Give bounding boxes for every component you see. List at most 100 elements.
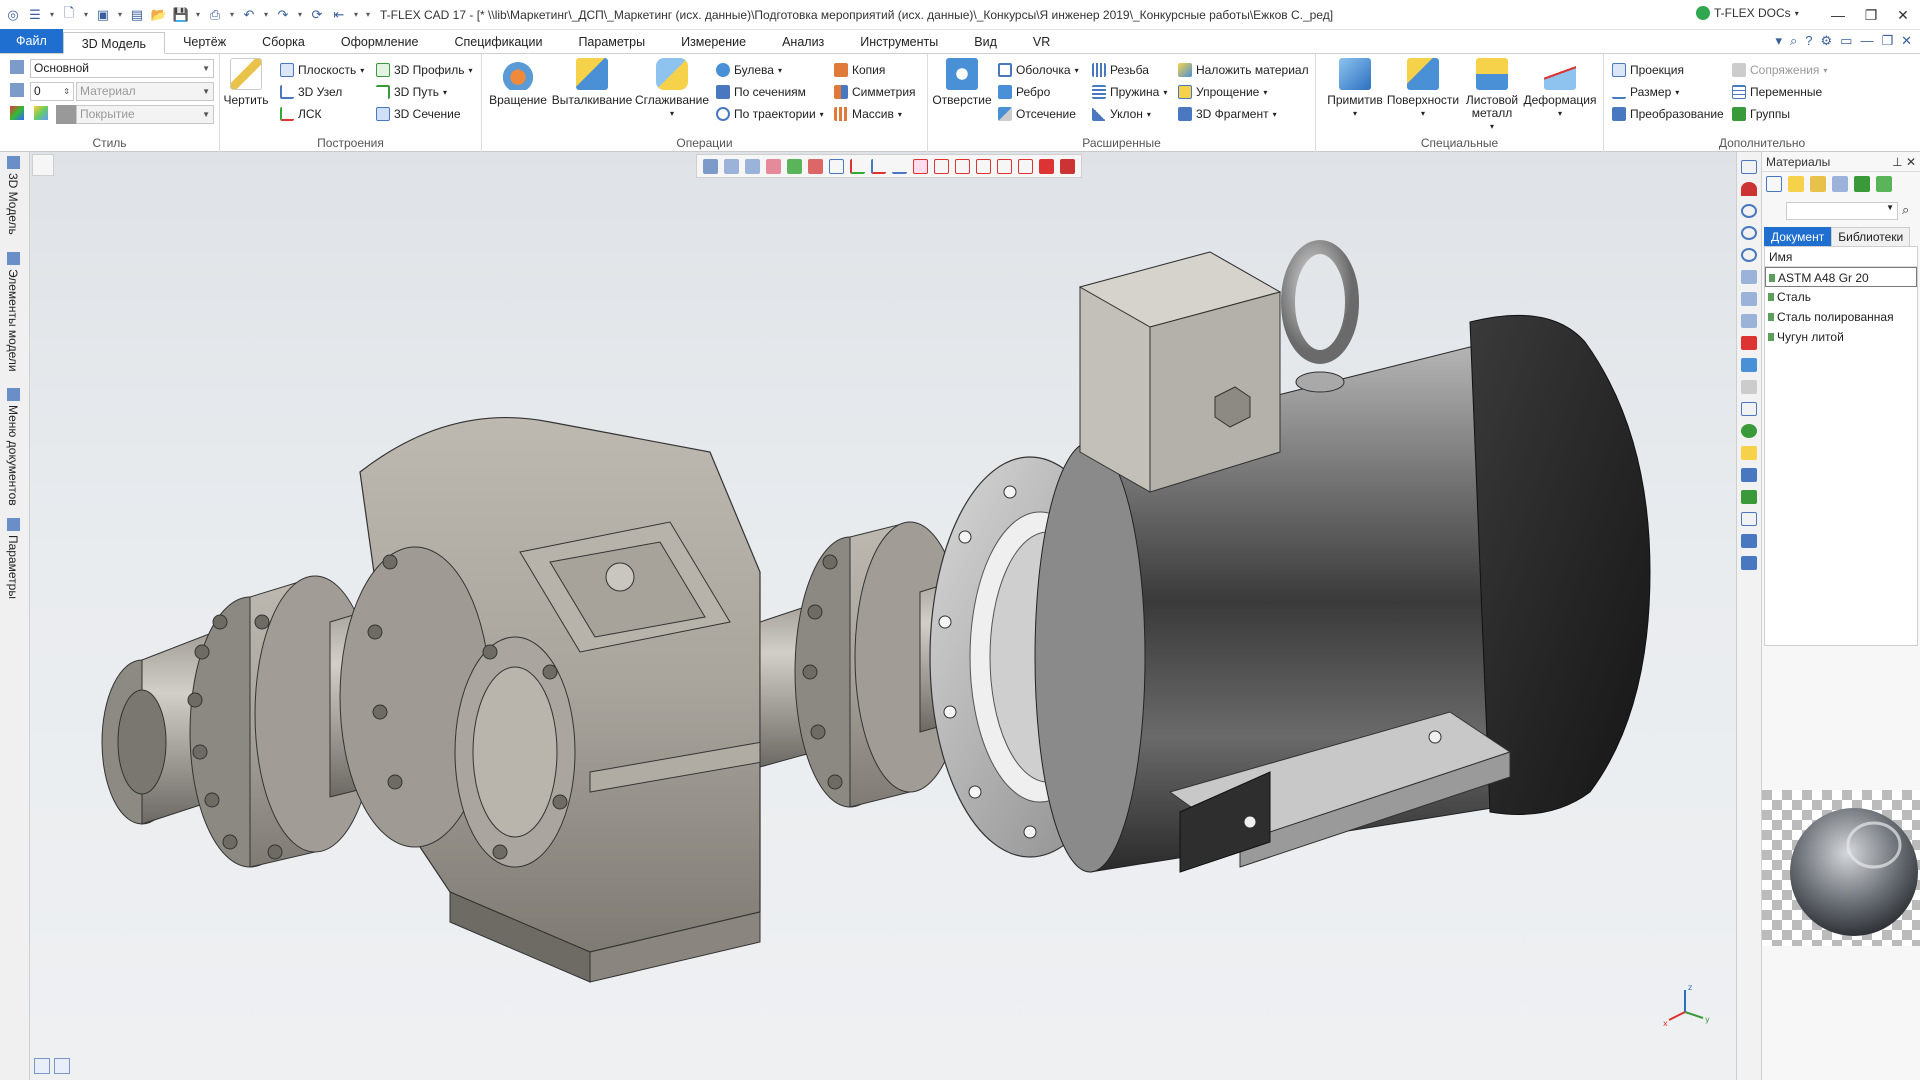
restore-button[interactable]: ❐ bbox=[1856, 2, 1886, 28]
3d-path-button[interactable]: 3D Путь ▾ bbox=[376, 82, 447, 102]
hide-icon[interactable] bbox=[1741, 380, 1757, 394]
plane-button[interactable]: Плоскость ▾ bbox=[280, 60, 364, 80]
mates-button[interactable]: Сопряжения ▾ bbox=[1732, 60, 1827, 80]
3d-viewport[interactable]: z x y bbox=[30, 152, 1742, 1080]
3d-section-button[interactable]: 3D Сечение bbox=[376, 104, 461, 124]
3d-model-assembly[interactable]: z x y bbox=[30, 152, 1730, 1072]
vtab-model-elements[interactable]: Элементы модели bbox=[6, 252, 20, 372]
3d-node-button[interactable]: 3D Узел bbox=[280, 82, 342, 102]
tab-document[interactable]: Документ bbox=[1764, 227, 1832, 247]
tab-assembly[interactable]: Сборка bbox=[244, 31, 323, 53]
rib-button[interactable]: Ребро bbox=[998, 82, 1050, 102]
add-material-icon[interactable] bbox=[1788, 176, 1804, 192]
dimension-button[interactable]: Размер ▾ bbox=[1612, 82, 1679, 102]
docs-button[interactable]: T-FLEX DOCs ▾ bbox=[1696, 6, 1799, 20]
panel-close-icon[interactable]: ✕ bbox=[1906, 155, 1916, 169]
section-view-icon[interactable] bbox=[1741, 336, 1757, 350]
minimize-button[interactable]: — bbox=[1823, 2, 1853, 28]
menu-dropdown-icon[interactable]: ▾ bbox=[48, 6, 56, 24]
3d-fragment-button[interactable]: 3D Фрагмент ▾ bbox=[1178, 104, 1277, 124]
window-layout-icon[interactable]: ▭ bbox=[1840, 33, 1852, 49]
tab-file[interactable]: Файл bbox=[0, 29, 63, 53]
car-icon[interactable] bbox=[1741, 556, 1757, 570]
settings-icon[interactable]: ⚙ bbox=[1820, 33, 1832, 49]
draw-button[interactable]: Чертить bbox=[223, 58, 269, 107]
search-icon[interactable]: ⌕ bbox=[1902, 202, 1909, 218]
lcs-button[interactable]: ЛСК bbox=[280, 104, 322, 124]
cut-button[interactable]: Отсечение bbox=[998, 104, 1076, 124]
copy-button[interactable]: Копия bbox=[834, 60, 885, 80]
smoothing-button[interactable]: Сглаживание ▾ bbox=[634, 58, 710, 120]
tab-parameters[interactable]: Параметры bbox=[560, 31, 663, 53]
customize-icon[interactable]: ▾ bbox=[364, 6, 372, 24]
vtab-documents-menu[interactable]: Меню документов bbox=[6, 388, 20, 506]
shell-button[interactable]: Оболочка ▾ bbox=[998, 60, 1079, 80]
hole-button[interactable]: Отверстие bbox=[932, 58, 992, 107]
tab-measurement[interactable]: Измерение bbox=[663, 31, 764, 53]
draft-button[interactable]: Уклон ▾ bbox=[1092, 104, 1151, 124]
sheet-metal-button[interactable]: Листовой металл ▾ bbox=[1462, 58, 1522, 133]
material-select[interactable]: Материал ▼ bbox=[76, 82, 214, 101]
tab-design[interactable]: Оформление bbox=[323, 31, 437, 53]
tab-drawing[interactable]: Чертёж bbox=[165, 31, 244, 53]
loft-button[interactable]: По сечениям bbox=[716, 82, 806, 102]
measure-icon[interactable] bbox=[1741, 534, 1757, 548]
redo-dropdown-icon[interactable]: ▾ bbox=[296, 6, 304, 24]
cover-select[interactable]: Покрытие ▼ bbox=[76, 105, 214, 124]
command-icon[interactable]: ⇤ bbox=[330, 6, 348, 24]
tab-libraries[interactable]: Библиотеки bbox=[1831, 227, 1911, 247]
layers-icon[interactable] bbox=[1741, 402, 1757, 416]
split-vertical-icon[interactable] bbox=[54, 1058, 70, 1074]
vtab-3d-model[interactable]: 3D Модель bbox=[6, 156, 20, 235]
orbit-icon[interactable] bbox=[1741, 314, 1757, 328]
help-icon[interactable]: ? bbox=[1805, 33, 1812, 49]
folder-icon[interactable] bbox=[1810, 176, 1826, 192]
save-icon[interactable]: 💾 bbox=[172, 6, 190, 24]
deformation-button[interactable]: Деформация ▾ bbox=[1522, 58, 1598, 120]
symmetry-button[interactable]: Симметрия bbox=[834, 82, 916, 102]
menu-icon[interactable]: ☰ bbox=[26, 6, 44, 24]
palette-icon[interactable] bbox=[34, 106, 48, 120]
command-dropdown-icon[interactable]: ▾ bbox=[352, 6, 360, 24]
search-icon[interactable]: ⌕ bbox=[1790, 33, 1797, 49]
collapse-ribbon-icon[interactable]: ▾ bbox=[1775, 33, 1782, 49]
list-item[interactable]: Чугун литой bbox=[1765, 327, 1917, 347]
close-button[interactable]: ✕ bbox=[1888, 2, 1918, 28]
vtab-parameters[interactable]: Параметры bbox=[6, 518, 20, 599]
rotation-button[interactable]: Вращение bbox=[489, 58, 547, 107]
doc-minimize-icon[interactable]: — bbox=[1860, 33, 1873, 49]
simplify-button[interactable]: Упрощение ▾ bbox=[1178, 82, 1267, 102]
split-horizontal-icon[interactable] bbox=[34, 1058, 50, 1074]
tab-view[interactable]: Вид bbox=[956, 31, 1015, 53]
properties-icon[interactable] bbox=[1766, 176, 1782, 192]
groups-button[interactable]: Группы bbox=[1732, 104, 1790, 124]
app-logo-icon[interactable]: ◎ bbox=[4, 6, 22, 24]
transform-button[interactable]: Преобразование bbox=[1612, 104, 1724, 124]
print-icon[interactable]: ⎙ bbox=[206, 6, 224, 24]
list-item[interactable]: Сталь bbox=[1765, 287, 1917, 307]
apply-icon[interactable] bbox=[1854, 176, 1870, 192]
new-file-icon[interactable]: 🗋 bbox=[60, 5, 78, 24]
sweep-button[interactable]: По траектории ▾ bbox=[716, 104, 824, 124]
color-icon[interactable] bbox=[10, 106, 24, 120]
rotate-icon[interactable] bbox=[1741, 292, 1757, 306]
new-3d-icon[interactable]: ▣ bbox=[94, 6, 112, 24]
save-dropdown-icon[interactable]: ▾ bbox=[194, 6, 202, 24]
new-3d-dropdown-icon[interactable]: ▾ bbox=[116, 6, 124, 24]
tab-analysis[interactable]: Анализ bbox=[764, 31, 842, 53]
layer-select[interactable]: Основной ▼ bbox=[30, 59, 214, 78]
display-mode-icon[interactable] bbox=[1741, 358, 1757, 372]
undo-icon[interactable]: ↶ bbox=[240, 6, 258, 24]
boolean-button[interactable]: Булева ▾ bbox=[716, 60, 782, 80]
camera-icon[interactable] bbox=[1741, 512, 1757, 526]
tab-vr[interactable]: VR bbox=[1015, 31, 1068, 53]
open-icon[interactable]: 📂 bbox=[150, 6, 168, 24]
library-icon[interactable] bbox=[1832, 176, 1848, 192]
pin-icon[interactable]: ⊥ bbox=[1892, 155, 1902, 169]
spring-button[interactable]: Пружина ▾ bbox=[1092, 82, 1167, 102]
regenerate-icon[interactable]: ⟳ bbox=[308, 6, 326, 24]
doc-close-icon[interactable]: ✕ bbox=[1901, 33, 1912, 49]
globe-icon[interactable] bbox=[1741, 424, 1757, 438]
cube-icon[interactable] bbox=[1741, 446, 1757, 460]
priority-stepper[interactable]: 0 ⇕ bbox=[30, 82, 74, 101]
